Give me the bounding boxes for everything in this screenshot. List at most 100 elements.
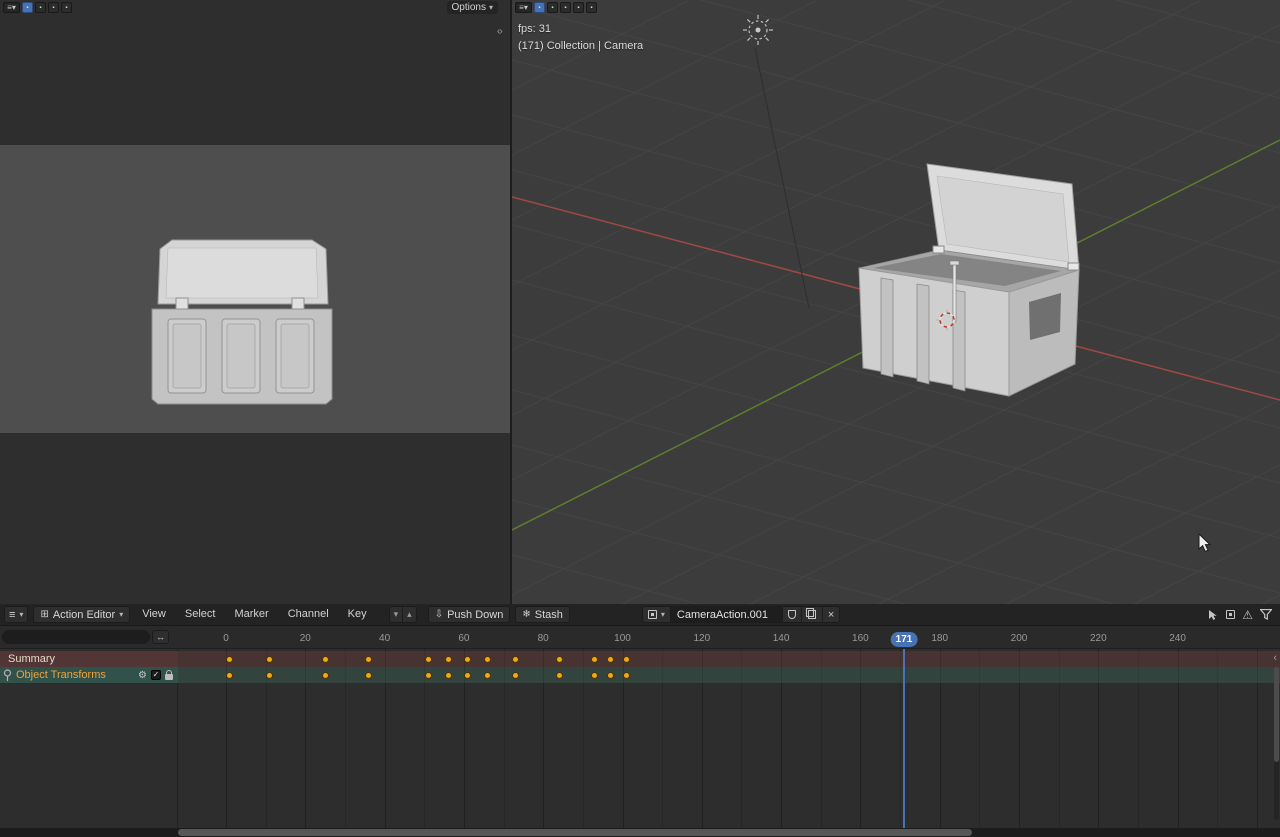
push-down-label: Push Down <box>447 609 503 621</box>
keyframe-dot[interactable] <box>591 672 598 679</box>
header-toggle-icon[interactable]: ▪ <box>61 2 72 13</box>
ruler-tick-label: 180 <box>931 633 948 644</box>
options-dropdown[interactable]: Options ▾ <box>447 1 498 14</box>
keyframe-dot[interactable] <box>623 656 630 663</box>
dopesheet-main[interactable]: Summary Object Transforms ⚙ ✓ ‹ <box>0 649 1280 828</box>
chevron-down-icon: ▾ <box>19 610 23 619</box>
keyframe-dot[interactable] <box>322 656 329 663</box>
layer-down-button[interactable]: ▾ <box>389 606 404 623</box>
chevron-down-icon: ▾ <box>119 610 123 619</box>
current-frame-chip[interactable]: 171 <box>891 632 918 647</box>
keyframe-dot[interactable] <box>425 672 432 679</box>
keyframe-dot[interactable] <box>556 672 563 679</box>
warning-icon[interactable]: ⚠ <box>1242 608 1253 622</box>
keyframe-dot[interactable] <box>425 656 432 663</box>
header-toggle-icon[interactable]: ▪ <box>22 2 33 13</box>
channel-row-cell[interactable]: Summary <box>0 651 178 667</box>
expand-width-button[interactable]: ↔ <box>152 630 169 644</box>
sun-light-gizmo[interactable] <box>740 12 776 48</box>
ruler-tick-label: 100 <box>614 633 631 644</box>
keyframe-dot[interactable] <box>484 672 491 679</box>
browse-action-button[interactable]: ▾ <box>642 606 671 623</box>
vertical-scrollbar[interactable] <box>1274 667 1279 820</box>
region-resize-arrows-icon[interactable]: ‹› <box>497 26 502 37</box>
editor-type-button[interactable]: ≡▾ <box>515 2 532 13</box>
fake-user-toggle[interactable] <box>783 606 802 623</box>
header-toggle-icon[interactable]: ▪ <box>573 2 584 13</box>
keyframe-dot[interactable] <box>365 656 372 663</box>
header-toggle-icon[interactable]: ▪ <box>48 2 59 13</box>
mouse-cursor <box>1198 534 1212 554</box>
menu-key[interactable]: Key <box>341 606 374 623</box>
ruler-tick-label: 40 <box>379 633 390 644</box>
channel-filter-field[interactable] <box>2 630 150 644</box>
horizontal-scrollbar[interactable] <box>0 828 1280 837</box>
filter-funnel-icon[interactable] <box>1260 609 1272 620</box>
lock-icon[interactable] <box>165 674 173 680</box>
push-down-icon: ⇩ <box>435 609 443 620</box>
camera-viewport[interactable]: ≡▾ ▪ ▪ ▪ ▪ Options ▾ <box>0 0 510 604</box>
channel-name: Object Transforms <box>16 669 106 681</box>
layer-up-button[interactable]: ▴ <box>403 606 417 623</box>
keyframe-dot[interactable] <box>266 672 273 679</box>
chevron-down-icon: ▾ <box>489 3 493 12</box>
keyframe-dot[interactable] <box>556 656 563 663</box>
header-toggle-icon[interactable]: ▪ <box>534 2 545 13</box>
playhead-line[interactable] <box>903 649 905 828</box>
chevron-down-icon: ▾ <box>661 610 665 619</box>
keyframe-dot[interactable] <box>322 672 329 679</box>
close-icon: × <box>828 609 834 621</box>
mute-checkbox[interactable]: ✓ <box>151 670 161 680</box>
menu-view[interactable]: View <box>135 606 173 623</box>
editor-type-button[interactable]: ≡▾ <box>3 2 20 13</box>
keyframe-dot[interactable] <box>607 672 614 679</box>
keyframe-dot[interactable] <box>607 656 614 663</box>
ruler-tick-label: 200 <box>1011 633 1028 644</box>
keyframe-dot[interactable] <box>512 672 519 679</box>
3d-cursor <box>936 309 958 331</box>
stash-button[interactable]: ❄ Stash <box>515 606 570 623</box>
vertical-scrollbar-thumb[interactable] <box>1274 667 1279 762</box>
chest-model-perspective[interactable] <box>847 150 1087 410</box>
header-toggle-icon[interactable]: ▪ <box>560 2 571 13</box>
sidebar-toggle-arrow[interactable]: ‹ <box>1273 652 1277 664</box>
editor-type-dropdown[interactable]: ≡▾ <box>4 606 28 623</box>
ruler-tick-label: 160 <box>852 633 869 644</box>
chest-model-front-view[interactable] <box>146 232 338 416</box>
ruler-tick-label: 60 <box>458 633 469 644</box>
channel-row-cell[interactable]: Object Transforms ⚙ ✓ <box>0 667 178 683</box>
header-toggle-icon[interactable]: ▪ <box>35 2 46 13</box>
action-name-field[interactable]: CameraAction.001 <box>671 606 783 623</box>
keyframe-dot[interactable] <box>484 656 491 663</box>
keyframe-dot[interactable] <box>445 656 452 663</box>
keyframe-dot[interactable] <box>591 656 598 663</box>
keyframe-dot[interactable] <box>266 656 273 663</box>
wrench-icon[interactable]: ⚙ <box>138 670 147 681</box>
keyframe-dot[interactable] <box>512 656 519 663</box>
frame-ruler[interactable]: ↔ 171 020406080100120140160180200220240 <box>0 626 1280 649</box>
header-toggle-icon[interactable]: ▪ <box>547 2 558 13</box>
perspective-viewport[interactable]: ≡▾ ▪ ▪ ▪ ▪ ▪ fps: 31 (171) Collection | … <box>512 0 1280 604</box>
menu-marker[interactable]: Marker <box>227 606 275 623</box>
editor-mode-dropdown[interactable]: ⊞ Action Editor ▾ <box>33 606 130 623</box>
unlink-action-button[interactable]: × <box>823 606 840 623</box>
left-viewport-header: ≡▾ ▪ ▪ ▪ ▪ <box>3 2 72 13</box>
keyframe-dot[interactable] <box>365 672 372 679</box>
keyframe-dot[interactable] <box>464 672 471 679</box>
duplicate-icon <box>808 610 816 619</box>
keyframe-dot[interactable] <box>445 672 452 679</box>
normalize-toggle-icon[interactable] <box>1226 610 1235 619</box>
push-down-button[interactable]: ⇩ Push Down <box>428 606 511 623</box>
menu-channel[interactable]: Channel <box>281 606 336 623</box>
horizontal-scrollbar-thumb[interactable] <box>178 829 972 836</box>
keyframe-dot[interactable] <box>226 656 233 663</box>
dopesheet-header: ≡▾ ⊞ Action Editor ▾ View Select Marker … <box>0 604 1280 626</box>
new-action-button[interactable] <box>802 606 823 623</box>
keyframe-dot[interactable] <box>464 656 471 663</box>
menu-select[interactable]: Select <box>178 606 223 623</box>
only-selected-toggle-icon[interactable] <box>1207 609 1219 621</box>
header-toggle-icon[interactable]: ▪ <box>586 2 597 13</box>
pin-icon[interactable] <box>3 669 12 682</box>
keyframe-dot[interactable] <box>226 672 233 679</box>
keyframe-dot[interactable] <box>623 672 630 679</box>
